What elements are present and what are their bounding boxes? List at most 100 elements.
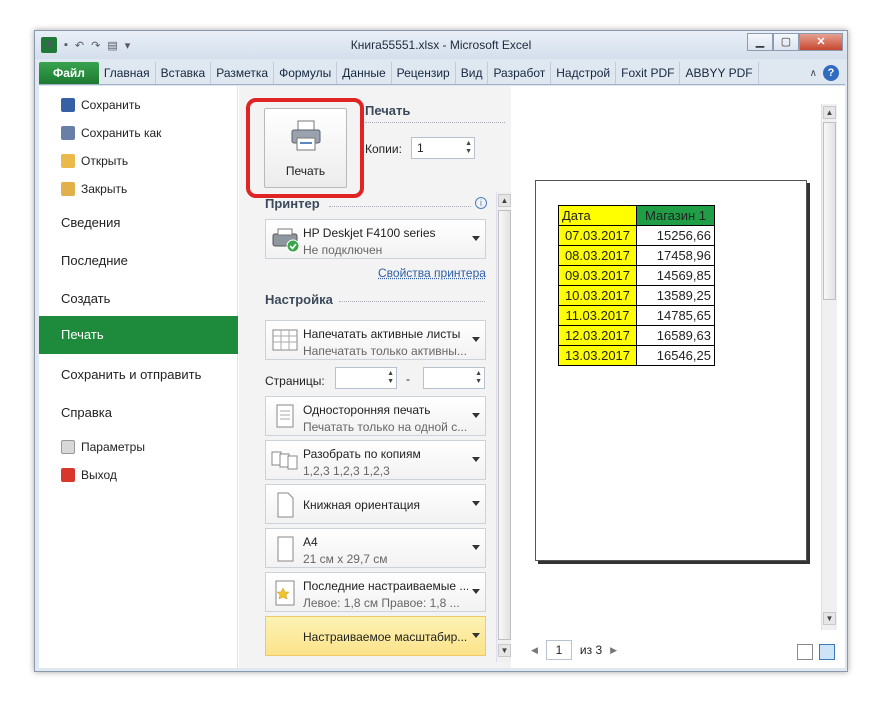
divider: [329, 206, 471, 207]
spin-arrows-icon[interactable]: ▲ ▼: [475, 370, 482, 386]
value-cell: 14785,65: [636, 305, 715, 326]
zoom-to-page-icon[interactable]: [819, 644, 835, 660]
nav-save-as[interactable]: Сохранить как: [61, 126, 161, 140]
collate-dropdown[interactable]: Разобрать по копиям 1,2,3 1,2,3 1,2,3: [265, 440, 486, 480]
printer-header: Принтер: [265, 196, 320, 211]
printer-icon: [291, 120, 320, 151]
print-what-desc: Напечатать только активны...: [303, 344, 467, 358]
pages-from-input[interactable]: ▲ ▼: [335, 367, 397, 389]
chevron-down-icon: [472, 457, 480, 462]
column-header: Магазин 1: [636, 205, 715, 226]
tab-layout[interactable]: Разметка: [211, 62, 275, 84]
tab-review[interactable]: Рецензир: [392, 62, 456, 84]
show-margins-icon[interactable]: [797, 644, 813, 660]
sides-label: Односторонняя печать: [303, 403, 431, 417]
spin-arrows-icon[interactable]: ▲ ▼: [465, 140, 472, 156]
print-what-label: Напечатать активные листы: [303, 327, 461, 341]
close-button[interactable]: ✕: [799, 33, 843, 51]
scroll-down-icon[interactable]: ▼: [823, 612, 836, 625]
scroll-down-icon[interactable]: ▼: [498, 644, 511, 657]
tab-addins[interactable]: Надстрой: [551, 62, 617, 84]
scroll-up-icon[interactable]: ▲: [823, 106, 836, 119]
window-controls: ▁ ▢ ✕: [747, 33, 843, 51]
nav-print[interactable]: Печать: [39, 316, 238, 354]
scroll-thumb[interactable]: [498, 210, 511, 640]
copies-stepper[interactable]: 1 ▲ ▼: [411, 137, 475, 159]
tab-abbyy-pdf[interactable]: ABBYY PDF: [680, 62, 759, 84]
margins-label: Последние настраиваемые ...: [303, 579, 468, 593]
column-header: Дата: [558, 205, 637, 226]
orientation-dropdown[interactable]: Книжная ориентация: [265, 484, 486, 524]
chevron-down-icon: [472, 633, 480, 638]
print-button[interactable]: Печать: [264, 108, 347, 188]
backstage-nav: Сохранить Сохранить как Открыть Закрыть …: [39, 86, 238, 668]
scroll-thumb[interactable]: [823, 122, 836, 300]
nav-recent[interactable]: Последние: [61, 253, 128, 268]
nav-options[interactable]: Параметры: [61, 440, 145, 454]
value-cell: 16546,25: [636, 345, 715, 366]
tab-developer[interactable]: Разработ: [488, 62, 552, 84]
value-cell: 16589,63: [636, 325, 715, 346]
previous-page-icon[interactable]: ◀: [531, 645, 538, 656]
nav-exit[interactable]: Выход: [61, 468, 117, 482]
maximize-button[interactable]: ▢: [773, 33, 799, 51]
print-header: Печать: [365, 103, 411, 118]
next-page-icon[interactable]: ▶: [610, 645, 617, 656]
value-cell: 17458,96: [636, 245, 715, 266]
preview-table: Дата Магазин 1 07.03.2017 15256,66 08.03…: [558, 205, 715, 366]
paper-size-desc: 21 см x 29,7 см: [303, 552, 388, 566]
excel-window: X ▪ ↶ ↷ ▤ ▾ Книга55551.xlsx - Microsoft …: [34, 30, 848, 672]
pages-separator: -: [406, 372, 410, 386]
printer-name: HP Deskjet F4100 series: [303, 226, 436, 240]
margins-dropdown[interactable]: Последние настраиваемые ... Левое: 1,8 с…: [265, 572, 486, 612]
paper-size-dropdown[interactable]: A4 21 см x 29,7 см: [265, 528, 486, 568]
preview-scrollbar[interactable]: ▲ ▼: [821, 104, 837, 630]
preview-page: Дата Магазин 1 07.03.2017 15256,66 08.03…: [535, 180, 807, 561]
chevron-down-icon: [472, 413, 480, 418]
collapse-ribbon-icon[interactable]: ∧: [810, 68, 817, 79]
table-row: 07.03.2017 15256,66: [558, 225, 715, 246]
collate-desc: 1,2,3 1,2,3 1,2,3: [303, 464, 390, 478]
table-row: 09.03.2017 14569,85: [558, 265, 715, 286]
paper-icon: [277, 536, 294, 562]
nav-options-label: Параметры: [81, 440, 145, 454]
printer-properties-link[interactable]: Свойства принтера: [378, 266, 486, 280]
minimize-button[interactable]: ▁: [747, 33, 773, 51]
date-cell: 07.03.2017: [558, 225, 637, 246]
tab-file[interactable]: Файл: [39, 62, 99, 84]
nav-save-send[interactable]: Сохранить и отправить: [61, 367, 201, 382]
scaling-dropdown[interactable]: Настраиваемое масштабир...: [265, 616, 486, 656]
info-icon[interactable]: i: [475, 197, 487, 209]
pages-to-input[interactable]: ▲ ▼: [423, 367, 485, 389]
help-icon[interactable]: ?: [823, 65, 839, 81]
page-number-input[interactable]: 1: [545, 640, 572, 660]
date-cell: 09.03.2017: [558, 265, 637, 286]
nav-info[interactable]: Сведения: [61, 215, 120, 230]
collate-icon: [271, 451, 298, 470]
nav-exit-label: Выход: [81, 468, 117, 482]
spin-arrows-icon[interactable]: ▲ ▼: [387, 370, 394, 386]
margins-icon: [275, 580, 295, 606]
tab-formulas[interactable]: Формулы: [274, 62, 338, 84]
sides-dropdown[interactable]: Односторонняя печать Печатать только на …: [265, 396, 486, 436]
scroll-up-icon[interactable]: ▲: [498, 194, 511, 207]
tab-foxit-pdf[interactable]: Foxit PDF: [616, 62, 681, 84]
tab-data[interactable]: Данные: [337, 62, 392, 84]
tab-home[interactable]: Главная: [99, 62, 156, 84]
nav-save[interactable]: Сохранить: [61, 98, 141, 112]
printer-dropdown[interactable]: HP Deskjet F4100 series Не подключен: [265, 219, 486, 259]
print-preview-panel: Дата Магазин 1 07.03.2017 15256,66 08.03…: [511, 86, 845, 668]
nav-save-label: Сохранить: [81, 98, 141, 112]
tab-insert[interactable]: Вставка: [156, 62, 212, 84]
nav-new[interactable]: Создать: [61, 291, 110, 306]
value-cell: 13589,25: [636, 285, 715, 306]
tab-view[interactable]: Вид: [456, 62, 489, 84]
nav-save-as-label: Сохранить как: [81, 126, 162, 140]
nav-close[interactable]: Закрыть: [61, 182, 127, 196]
settings-header: Настройка: [265, 292, 333, 307]
settings-scrollbar[interactable]: ▲ ▼: [496, 192, 512, 662]
nav-open[interactable]: Открыть: [61, 154, 128, 168]
orientation-label: Книжная ориентация: [303, 498, 420, 512]
print-what-dropdown[interactable]: Напечатать активные листы Напечатать тол…: [265, 320, 486, 360]
nav-help[interactable]: Справка: [61, 405, 112, 420]
